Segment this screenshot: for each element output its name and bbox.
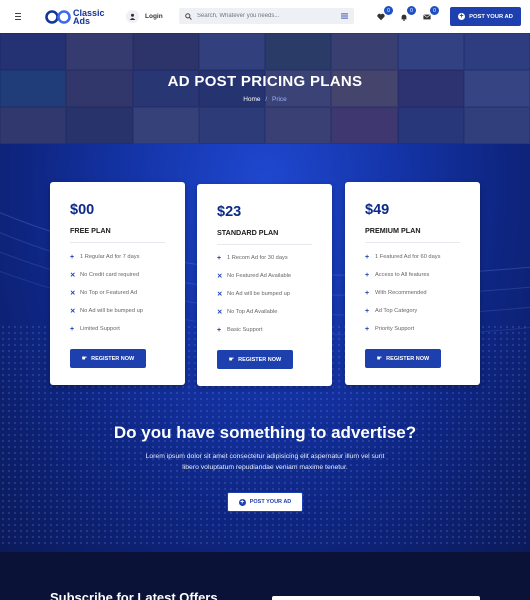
breadcrumb-current: Price <box>271 96 287 103</box>
register-now-button[interactable]: ☛ REGISTER NOW <box>70 349 146 368</box>
plan-price: $23 <box>217 204 242 220</box>
logo-line2: Ads <box>73 16 91 26</box>
plus-icon: + <box>217 326 222 334</box>
plus-icon: + <box>70 253 75 261</box>
plan-name: FREE PLAN <box>70 226 111 235</box>
feature-item: ✕ No Credit card required <box>70 272 140 279</box>
cta-post-ad-button[interactable]: + POST YOUR AD <box>227 492 303 512</box>
feature-item: +1 Regular Ad for 7 days <box>70 253 140 261</box>
feature-item: + Access to All features <box>365 271 430 279</box>
feature-item: + Ad Top Category <box>365 307 418 315</box>
feature-item: ✕ No Top or Featured Ad <box>70 290 138 297</box>
x-icon: ✕ <box>70 290 76 297</box>
mail-icon <box>423 14 431 20</box>
feature-item: + Limited Support <box>70 325 120 333</box>
feature-item: ✕ No Top Ad Available <box>217 309 278 316</box>
pricing-card-premium: $49 PREMIUM PLAN +1 Featured Ad for 60 d… <box>345 182 480 385</box>
pricing-card-free: $00 FREE PLAN +1 Regular Ad for 7 days ✕… <box>50 182 185 385</box>
logo[interactable]: Classic Ads <box>45 8 105 26</box>
subscribe-title: Subscribe for Latest Offers <box>50 590 218 600</box>
breadcrumb-home[interactable]: Home <box>243 96 260 103</box>
subscribe-email-input[interactable] <box>272 596 480 600</box>
bell-icon <box>401 14 407 21</box>
search-bar[interactable] <box>179 8 354 24</box>
plan-features: +1 Recom Ad for 30 days ✕ No Featured Ad … <box>217 249 291 339</box>
notifications-button[interactable]: 0 <box>398 6 416 22</box>
x-icon: ✕ <box>70 308 76 315</box>
search-input[interactable] <box>197 13 337 19</box>
feature-item: ✕ No Featured Ad Available <box>217 273 292 280</box>
feature-item: ✕ No Ad will be bumped up <box>217 291 290 298</box>
top-header: Classic Ads Login 0 0 0 + POST YOUR AD <box>0 0 530 33</box>
menu-icon[interactable] <box>13 11 23 21</box>
plus-icon: + <box>365 325 370 333</box>
plan-name: PREMIUM PLAN <box>365 226 421 235</box>
x-icon: ✕ <box>70 272 76 279</box>
x-icon: ✕ <box>217 309 223 316</box>
search-icon <box>185 12 192 20</box>
cta-title: Do you have something to advertise? <box>113 423 417 442</box>
notifications-badge: 0 <box>407 6 416 15</box>
plus-icon: + <box>365 307 370 315</box>
plan-features: +1 Regular Ad for 7 days ✕ No Credit card… <box>70 248 143 338</box>
feature-item: +1 Featured Ad for 60 days <box>365 253 441 261</box>
login-button[interactable]: Login <box>126 9 163 23</box>
wishlist-badge: 0 <box>384 6 393 15</box>
x-icon: ✕ <box>217 273 223 280</box>
logo-text: Classic Ads <box>73 9 105 26</box>
plus-icon: + <box>238 498 246 506</box>
cta-text: Lorem ipsum dolor sit amet consectetur a… <box>145 453 385 471</box>
user-icon <box>126 9 139 23</box>
logo-icon <box>45 10 71 24</box>
breadcrumb: Home / Price <box>0 96 530 103</box>
plus-icon: + <box>365 271 370 279</box>
plus-icon: + <box>70 325 75 333</box>
plan-price: $00 <box>70 202 95 218</box>
plus-icon: + <box>458 13 466 20</box>
breadcrumb-separator: / <box>265 96 268 103</box>
login-label: Login <box>145 12 163 20</box>
post-ad-label: POST YOUR AD <box>469 13 513 20</box>
feature-item: + Basic Support <box>217 326 263 334</box>
messages-badge: 0 <box>430 6 439 15</box>
pricing-card-standard: $23 STANDARD PLAN +1 Recom Ad for 30 day… <box>197 184 332 386</box>
heart-icon <box>377 13 385 21</box>
feature-item: +1 Recom Ad for 30 days <box>217 254 288 262</box>
page-title: AD POST PRICING PLANS <box>167 73 363 90</box>
plus-icon: + <box>365 253 370 261</box>
feature-item: + Priority Support <box>365 325 415 333</box>
feature-item: + With Recommended <box>365 289 427 297</box>
plan-name: STANDARD PLAN <box>217 228 279 237</box>
x-icon: ✕ <box>217 291 223 298</box>
register-now-button[interactable]: ☛ REGISTER NOW <box>217 350 293 369</box>
messages-button[interactable]: 0 <box>421 6 439 22</box>
hand-pointer-icon: ☛ <box>81 356 88 362</box>
subscribe-section: Subscribe for Latest Offers <box>0 552 530 600</box>
plan-price: $49 <box>365 202 390 218</box>
plus-icon: + <box>217 254 222 262</box>
pricing-section: $00 FREE PLAN +1 Regular Ad for 7 days ✕… <box>0 144 530 552</box>
plus-icon: + <box>365 289 370 297</box>
hero-banner: AD POST PRICING PLANS Home / Price <box>0 33 530 144</box>
register-now-button[interactable]: ☛ REGISTER NOW <box>365 349 441 368</box>
plan-features: +1 Featured Ad for 60 days + Access to Al… <box>365 248 440 338</box>
post-ad-button[interactable]: + POST YOUR AD <box>450 7 521 26</box>
wishlist-button[interactable]: 0 <box>375 6 393 22</box>
hand-pointer-icon: ☛ <box>228 357 235 363</box>
filter-icon[interactable] <box>341 13 348 19</box>
feature-item: ✕ No Ad will be bumped up <box>70 308 143 315</box>
hand-pointer-icon: ☛ <box>376 356 383 362</box>
